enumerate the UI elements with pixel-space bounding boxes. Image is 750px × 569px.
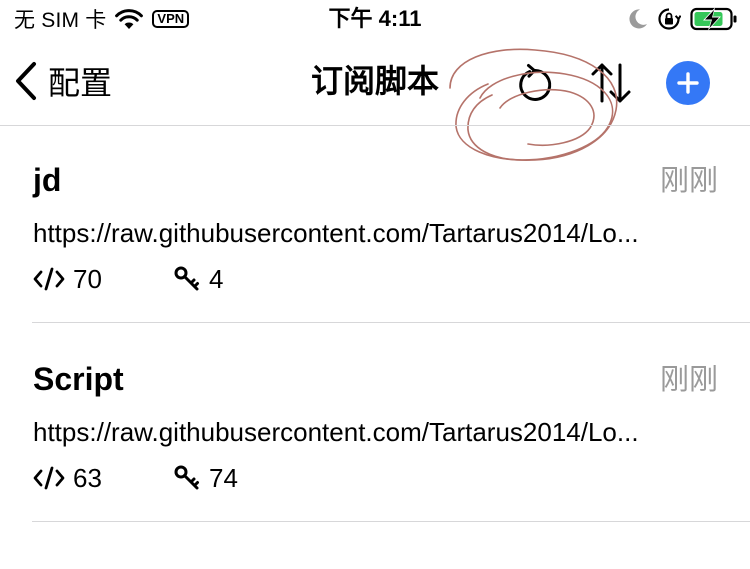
subscription-item[interactable]: Script 刚刚 https://raw.githubusercontent.…: [0, 325, 750, 522]
script-count: 63: [73, 462, 102, 493]
nav-bar: 配置 订阅脚本: [0, 40, 750, 161]
subscription-meta: 70 4: [33, 262, 223, 296]
moon-icon: [629, 9, 647, 29]
subscription-name: Script: [33, 361, 124, 397]
updated-time: 刚刚: [659, 364, 718, 396]
back-button[interactable]: 配置: [14, 58, 112, 104]
key-icon: [174, 266, 199, 291]
page-title: 订阅脚本: [310, 63, 439, 99]
add-button[interactable]: [666, 61, 710, 105]
sort-arrows-icon: [591, 63, 631, 103]
subscription-item[interactable]: jd 刚刚 https://raw.githubusercontent.com/…: [0, 126, 750, 323]
status-bar: 无 SIM 卡 VPN 下午 4:11: [0, 0, 750, 40]
chevron-left-icon: [16, 62, 36, 100]
sort-button[interactable]: [588, 60, 634, 106]
back-label: 配置: [48, 65, 113, 101]
subscription-meta: 63 74: [33, 461, 238, 495]
battery-charging-icon: [690, 7, 737, 31]
status-right: [619, 5, 738, 33]
key-count-group: 74: [173, 461, 238, 495]
rotation-lock-icon: [658, 8, 681, 30]
plus-icon: [677, 72, 699, 94]
row-divider: [32, 322, 750, 323]
script-count-group: 63: [33, 463, 102, 494]
updated-time: 刚刚: [659, 165, 718, 197]
subscription-url: https://raw.githubusercontent.com/Tartar…: [33, 218, 639, 248]
code-icon: [33, 466, 65, 490]
script-count-group: 70: [33, 264, 102, 295]
key-icon: [174, 465, 199, 490]
key-count-group: 4: [173, 262, 223, 296]
script-count: 70: [73, 263, 102, 294]
code-icon: [33, 267, 65, 291]
key-count: 74: [209, 462, 238, 493]
row-divider: [32, 521, 750, 522]
subscription-name: jd: [33, 162, 62, 198]
key-count: 4: [209, 263, 224, 294]
refresh-button[interactable]: [512, 60, 558, 106]
subscription-url: https://raw.githubusercontent.com/Tartar…: [33, 417, 639, 447]
refresh-icon: [519, 64, 552, 101]
